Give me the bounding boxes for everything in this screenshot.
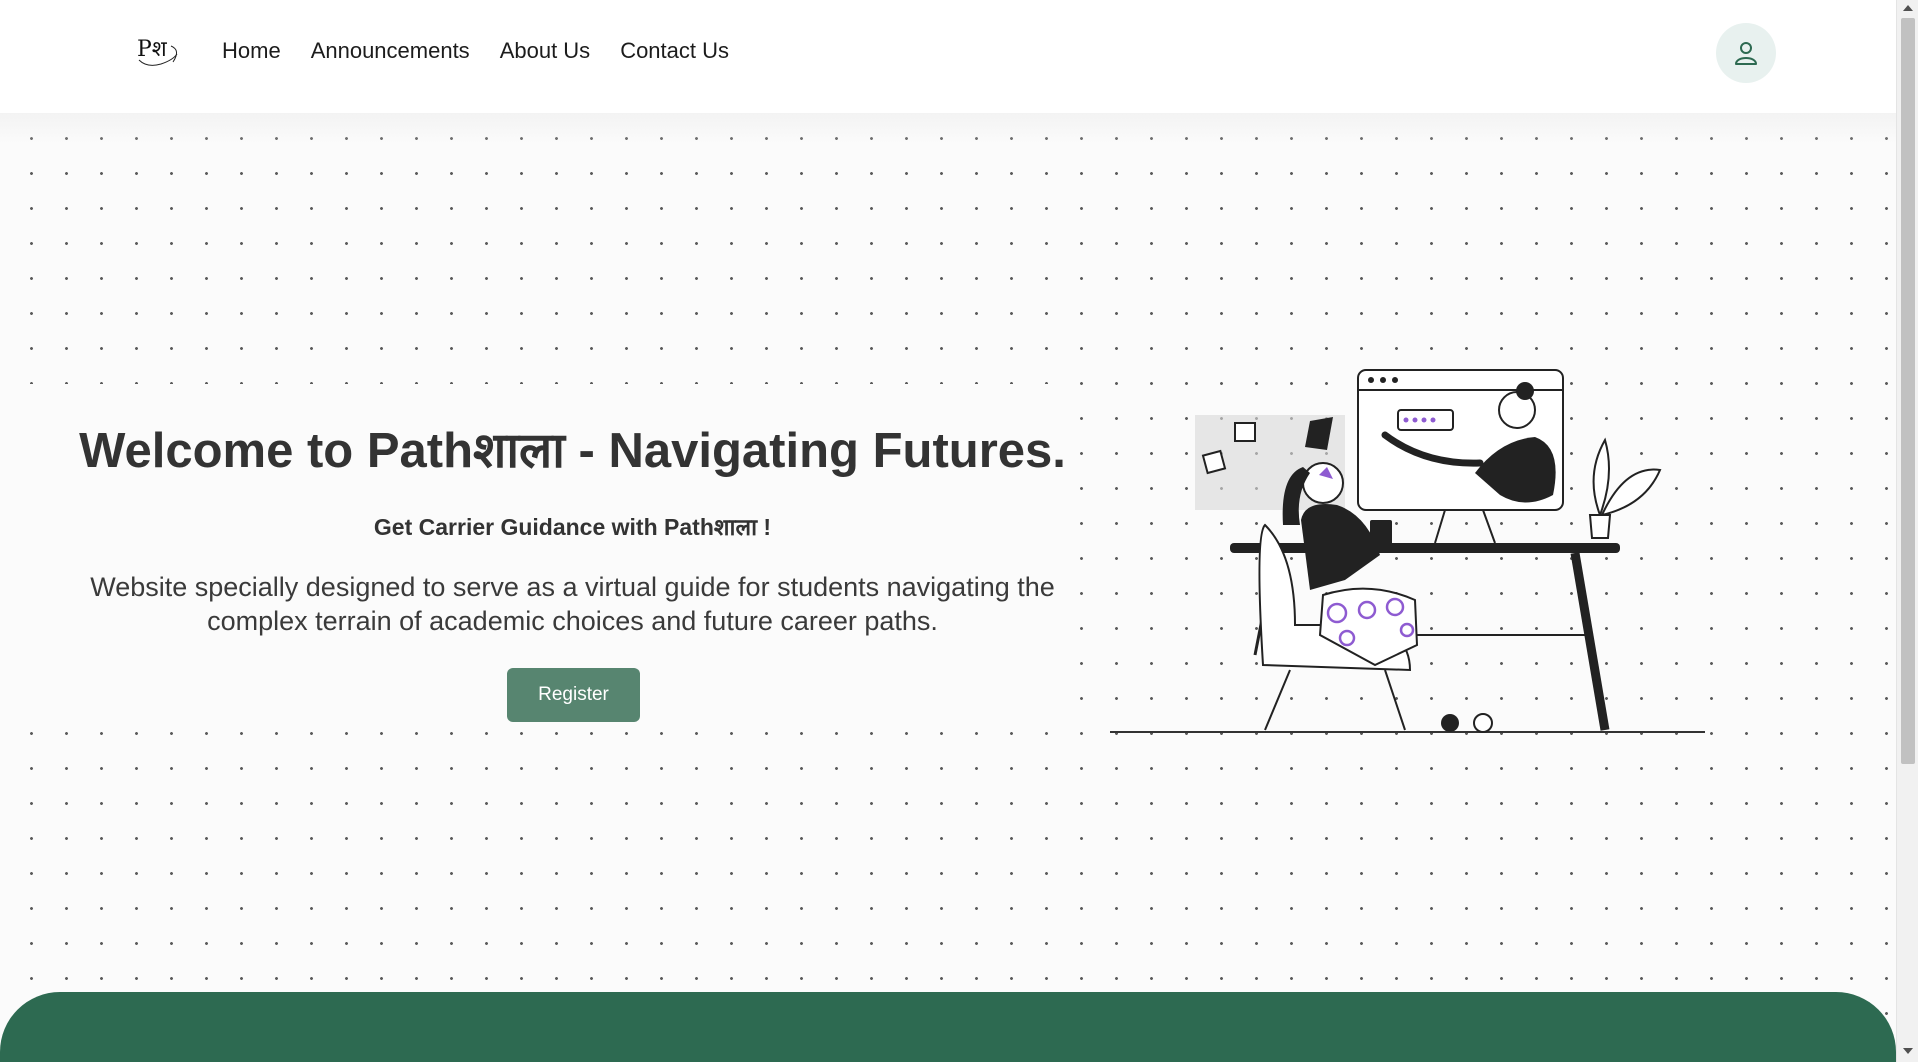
nav-menu: Home Announcements About Us Contact Us <box>222 38 729 64</box>
logo-text: Pश <box>137 37 168 62</box>
nav-about-us-link[interactable]: About Us <box>500 38 591 64</box>
page: Pश Home Announcements About Us Contact U… <box>0 0 1918 1062</box>
nav-announcements-link[interactable]: Announcements <box>311 38 470 64</box>
register-button[interactable]: Register <box>507 668 640 722</box>
nav-home-link[interactable]: Home <box>222 38 281 64</box>
nav-contact-us-link[interactable]: Contact Us <box>620 38 729 64</box>
scroll-down-arrow-icon[interactable] <box>1903 1048 1913 1054</box>
online-mentoring-illustration <box>1105 355 1710 740</box>
scroll-up-arrow-icon[interactable] <box>1903 5 1913 11</box>
hero-description: Website specially designed to serve as a… <box>90 572 1055 636</box>
scrollbar-thumb[interactable] <box>1901 18 1915 764</box>
hero-subtitle: Get Carrier Guidance with Pathशाला ! <box>373 514 772 540</box>
site-logo[interactable]: Pश <box>133 34 183 70</box>
hero-title: Welcome to Pathशाला - Navigating Futures… <box>79 424 1066 478</box>
footer-section <box>0 992 1896 1062</box>
user-icon <box>1735 42 1757 65</box>
vertical-scrollbar[interactable] <box>1896 0 1918 1062</box>
navbar: Pश Home Announcements About Us Contact U… <box>0 0 1896 113</box>
profile-button[interactable] <box>1716 23 1776 83</box>
